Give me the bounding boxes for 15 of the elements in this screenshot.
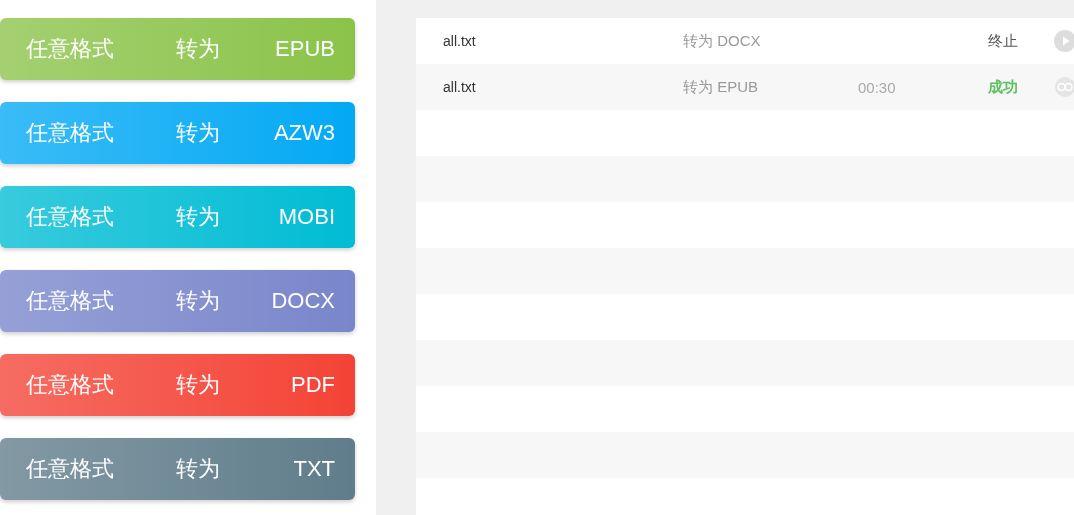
conversion-type: 转为 DOCX bbox=[683, 31, 762, 51]
convert-button[interactable]: 任意格式 转为 AZW3 bbox=[0, 102, 355, 164]
file-name: all.txt bbox=[443, 79, 477, 95]
task-status: 成功 bbox=[988, 77, 1019, 95]
pause-icon[interactable] bbox=[1054, 76, 1074, 98]
play-icon[interactable] bbox=[1054, 30, 1074, 52]
convert-button[interactable]: 任意格式 转为 PDF bbox=[0, 354, 355, 416]
convert-button[interactable]: 任意格式 转为 TXT bbox=[0, 438, 355, 500]
conversion-type: 转为 EPUB bbox=[683, 77, 759, 97]
task-status: 终止 bbox=[988, 31, 1019, 49]
file-name: all.txt bbox=[443, 33, 477, 49]
convert-button[interactable]: 任意格式 转为 EPUB bbox=[0, 18, 355, 80]
elapsed-time: 00:30 bbox=[858, 78, 896, 96]
convert-button[interactable]: 任意格式 转为 MOBI bbox=[0, 186, 355, 248]
convert-button[interactable]: 任意格式 转为 DOCX bbox=[0, 270, 355, 332]
